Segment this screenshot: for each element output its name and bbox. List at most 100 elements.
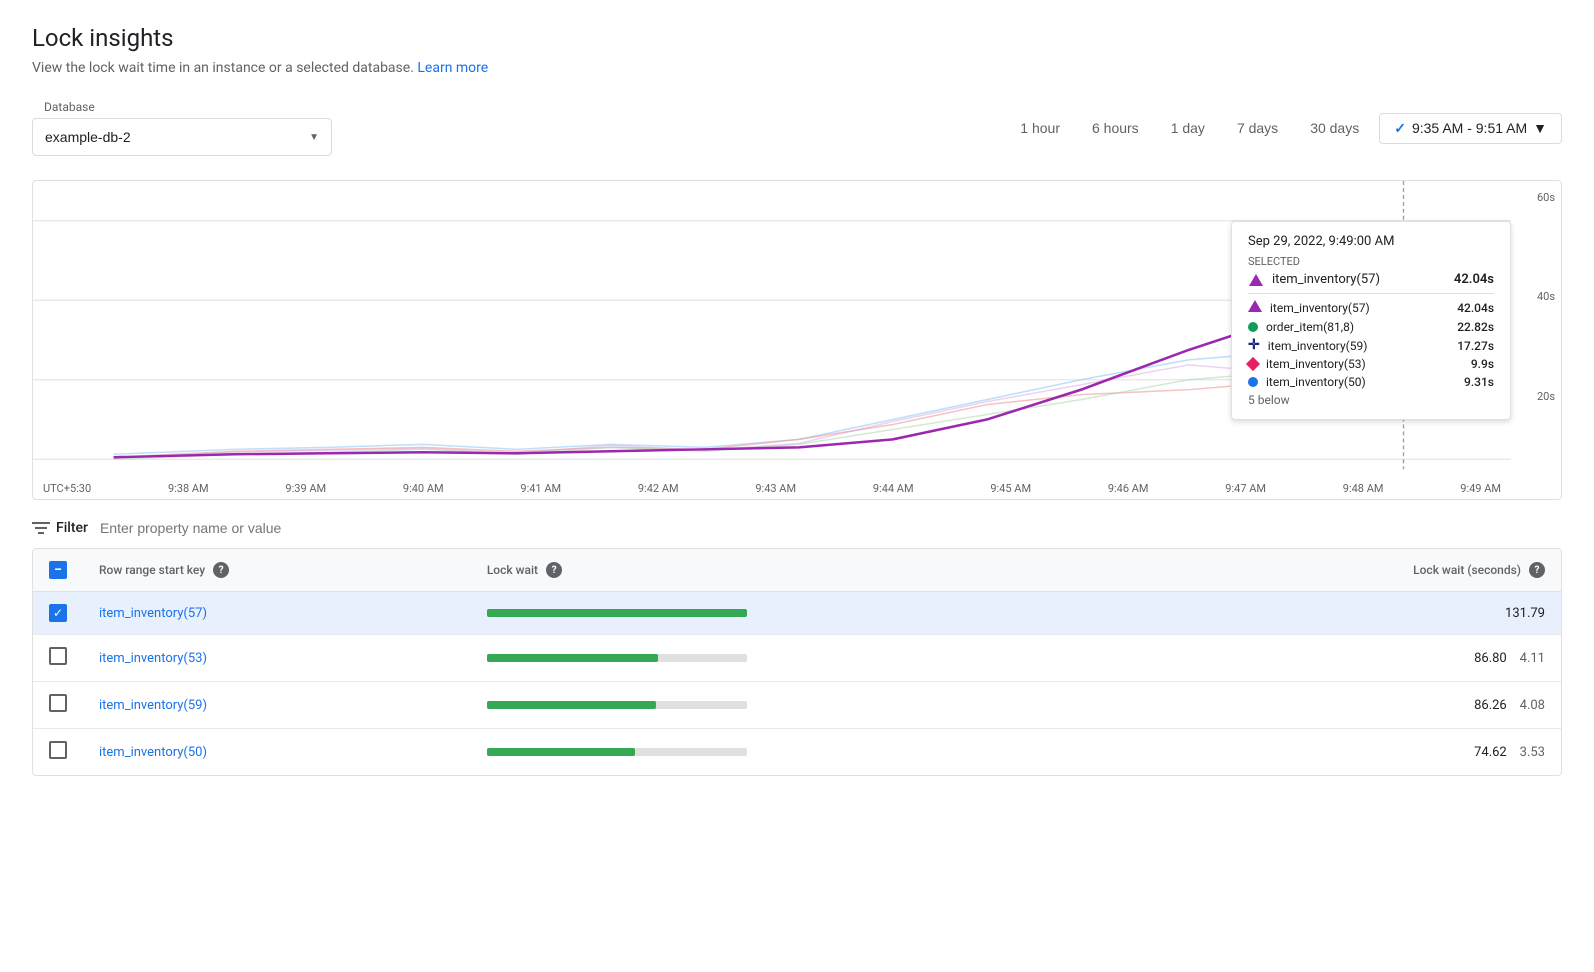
th-row-range: Row range start key ? bbox=[83, 549, 471, 592]
legend-icon-0 bbox=[1248, 300, 1262, 316]
row-checkbox-cell-0[interactable]: ✓ bbox=[33, 592, 83, 635]
database-label: Database bbox=[40, 100, 332, 114]
row-progress-cell-3 bbox=[471, 729, 1169, 776]
x-label-0: UTC+5:30 bbox=[43, 482, 91, 495]
progress-bar-1 bbox=[487, 654, 747, 662]
tooltip-selected-value: 42.04s bbox=[1454, 272, 1494, 287]
tooltip-divider bbox=[1248, 293, 1494, 294]
row-checkbox-0[interactable]: ✓ bbox=[49, 604, 67, 622]
row-seconds-cell-2: 86.26 4.08 bbox=[1169, 682, 1561, 729]
x-label-9: 9:46 AM bbox=[1108, 482, 1149, 495]
row-range-help-icon[interactable]: ? bbox=[213, 562, 229, 578]
select-all-checkbox[interactable]: − bbox=[49, 561, 67, 579]
time-btn-6hours[interactable]: 6 hours bbox=[1080, 114, 1151, 142]
chart-x-axis: UTC+5:30 9:38 AM 9:39 AM 9:40 AM 9:41 AM… bbox=[33, 478, 1511, 499]
progress-bar-fill-1 bbox=[487, 654, 659, 662]
chart-container: 60s 40s 20s UTC+5:30 9:38 AM 9:39 AM 9:4… bbox=[32, 180, 1562, 500]
row-checkbox-3[interactable] bbox=[49, 741, 67, 759]
row-checkbox-1[interactable] bbox=[49, 647, 67, 665]
time-btn-1day[interactable]: 1 day bbox=[1159, 114, 1217, 142]
row-progress-cell-0 bbox=[471, 592, 1169, 635]
filter-row: Filter bbox=[32, 520, 1562, 536]
th-lock-wait-seconds: Lock wait (seconds) ? bbox=[1169, 549, 1561, 592]
tooltip-selected-label: SELECTED bbox=[1248, 255, 1494, 268]
custom-range-label: 9:35 AM - 9:51 AM bbox=[1412, 120, 1527, 136]
tooltip-more-label: 5 below bbox=[1248, 393, 1494, 407]
legend-icon-4 bbox=[1248, 377, 1258, 387]
legend-name-2: item_inventory(59) bbox=[1268, 339, 1449, 353]
row-seconds-cell-3: 74.62 3.53 bbox=[1169, 729, 1561, 776]
row-checkbox-cell-3[interactable] bbox=[33, 729, 83, 776]
x-label-11: 9:48 AM bbox=[1343, 482, 1384, 495]
row-progress-cell-2 bbox=[471, 682, 1169, 729]
database-select[interactable]: example-db-2 bbox=[45, 129, 309, 145]
row-checkbox-2[interactable] bbox=[49, 694, 67, 712]
database-select-wrapper[interactable]: example-db-2 ▼ bbox=[32, 118, 332, 156]
th-lock-wait-seconds-label: Lock wait (seconds) bbox=[1413, 563, 1521, 577]
table-row: item_inventory(50) 74.62 3.53 bbox=[33, 729, 1561, 776]
x-label-6: 9:43 AM bbox=[755, 482, 796, 495]
row-name-link-2[interactable]: item_inventory(59) bbox=[99, 698, 207, 713]
x-label-10: 9:47 AM bbox=[1225, 482, 1266, 495]
time-btn-30days[interactable]: 30 days bbox=[1298, 114, 1371, 142]
row-checkbox-cell-2[interactable] bbox=[33, 682, 83, 729]
progress-bar-0 bbox=[487, 609, 747, 617]
th-select[interactable]: − bbox=[33, 549, 83, 592]
database-selector: Database example-db-2 ▼ bbox=[32, 100, 332, 156]
x-label-3: 9:40 AM bbox=[403, 482, 444, 495]
legend-icon-2: ✛ bbox=[1248, 338, 1260, 353]
filter-input[interactable] bbox=[100, 520, 1562, 536]
progress-bar-3 bbox=[487, 748, 747, 756]
row-name-link-0[interactable]: item_inventory(57) bbox=[99, 606, 207, 621]
legend-item-3: item_inventory(53) 9.9s bbox=[1248, 357, 1494, 371]
progress-bar-fill-2 bbox=[487, 701, 656, 709]
x-label-2: 9:39 AM bbox=[285, 482, 326, 495]
progress-bar-2 bbox=[487, 701, 747, 709]
filter-label: Filter bbox=[56, 520, 88, 536]
learn-more-link[interactable]: Learn more bbox=[417, 60, 488, 76]
row-name-cell-2: item_inventory(59) bbox=[83, 682, 471, 729]
table-header-row: − Row range start key ? Lock wait ? bbox=[33, 549, 1561, 592]
custom-time-range-button[interactable]: ✓ 9:35 AM - 9:51 AM ▼ bbox=[1379, 113, 1562, 144]
progress-bar-fill-0 bbox=[487, 609, 747, 617]
legend-value-0: 42.04s bbox=[1457, 301, 1494, 315]
th-lock-wait: Lock wait ? bbox=[471, 549, 1169, 592]
y-axis-label-60: 60s bbox=[1517, 191, 1555, 204]
y-axis-label-20: 20s bbox=[1517, 390, 1555, 403]
table-container: − Row range start key ? Lock wait ? bbox=[32, 548, 1562, 776]
controls-row: Database example-db-2 ▼ 1 hour 6 hours 1… bbox=[32, 100, 1562, 156]
chart-tooltip: Sep 29, 2022, 9:49:00 AM SELECTED item_i… bbox=[1231, 221, 1511, 420]
row-seconds-cell-1: 86.80 4.11 bbox=[1169, 635, 1561, 682]
page-subtitle: View the lock wait time in an instance o… bbox=[32, 60, 1562, 76]
x-label-7: 9:44 AM bbox=[873, 482, 914, 495]
lock-wait-seconds-help-icon[interactable]: ? bbox=[1529, 562, 1545, 578]
row-progress-cell-1 bbox=[471, 635, 1169, 682]
legend-item-1: order_item(81,8) 22.82s bbox=[1248, 320, 1494, 334]
progress-bar-fill-3 bbox=[487, 748, 635, 756]
table-row: item_inventory(53) 86.80 4.11 bbox=[33, 635, 1561, 682]
row-checkbox-cell-1[interactable] bbox=[33, 635, 83, 682]
table-row: ✓ item_inventory(57) 131.79 bbox=[33, 592, 1561, 635]
legend-item-2: ✛ item_inventory(59) 17.27s bbox=[1248, 338, 1494, 353]
filter-label-wrapper: Filter bbox=[32, 520, 88, 536]
lock-wait-help-icon[interactable]: ? bbox=[546, 562, 562, 578]
x-label-1: 9:38 AM bbox=[168, 482, 209, 495]
x-label-12: 9:49 AM bbox=[1460, 482, 1501, 495]
tooltip-selected-icon bbox=[1248, 274, 1264, 286]
table-row: item_inventory(59) 86.26 4.08 bbox=[33, 682, 1561, 729]
time-range-controls: 1 hour 6 hours 1 day 7 days 30 days ✓ 9:… bbox=[1008, 113, 1562, 144]
row-name-cell-0: item_inventory(57) bbox=[83, 592, 471, 635]
time-btn-1hour[interactable]: 1 hour bbox=[1008, 114, 1072, 142]
y-axis-label-40: 40s bbox=[1517, 290, 1555, 303]
legend-value-3: 9.9s bbox=[1471, 357, 1494, 371]
time-btn-7days[interactable]: 7 days bbox=[1225, 114, 1290, 142]
row-seconds-cell-0: 131.79 bbox=[1169, 592, 1561, 635]
th-row-range-label: Row range start key bbox=[99, 563, 205, 577]
legend-value-2: 17.27s bbox=[1457, 339, 1494, 353]
tooltip-date: Sep 29, 2022, 9:49:00 AM bbox=[1248, 234, 1494, 249]
row-name-link-3[interactable]: item_inventory(50) bbox=[99, 745, 207, 760]
chevron-down-icon: ▼ bbox=[309, 132, 319, 143]
row-name-link-1[interactable]: item_inventory(53) bbox=[99, 651, 207, 666]
dropdown-arrow-icon: ▼ bbox=[1533, 120, 1547, 136]
progress-bar-bg-3 bbox=[487, 748, 747, 756]
